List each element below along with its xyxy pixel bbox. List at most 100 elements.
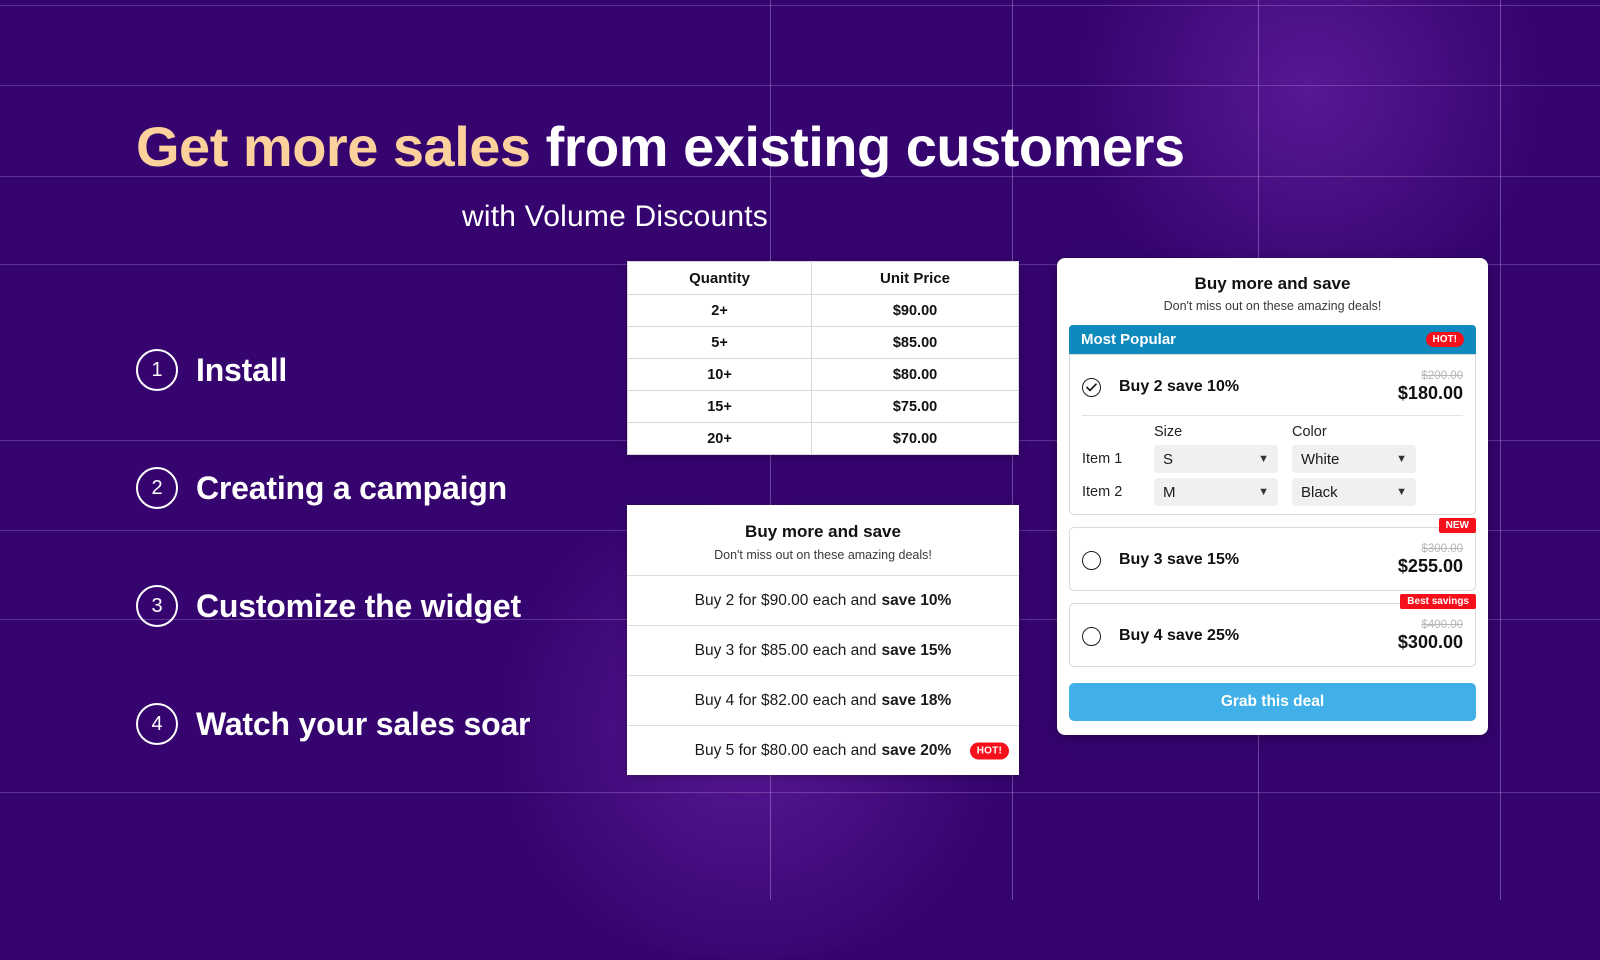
cell-quantity: 5+ [626,326,813,359]
variant-item-label: Item 1 [1082,451,1123,467]
offer-text: Buy 5 for $80.00 each and [694,741,877,759]
widget-title: Buy more and save [1194,274,1351,293]
page-title-accent: Get more sales [136,115,531,178]
chevron-down-icon: ▼ [1396,452,1407,465]
offer-prices: $200.00 $180.00 [1398,370,1463,404]
offer-main-row[interactable]: Buy 2 save 10% $200.00 $180.00 [1082,365,1463,409]
table-header-row: Quantity Unit Price [626,261,1019,295]
offer-prices: $400.00 $300.00 [1398,619,1463,653]
offer-prices: $300.00 $255.00 [1398,543,1463,577]
step-label: Creating a campaign [196,469,507,506]
widget-title: Buy more and save [745,522,901,541]
page-title-rest: from existing customers [530,115,1185,178]
cell-unit-price: $90.00 [811,294,1019,327]
steps-list: 1 Install 2 Creating a campaign 3 Custom… [136,345,696,817]
cell-unit-price: $80.00 [811,358,1019,391]
color-select-value: Black [1301,483,1338,501]
cell-unit-price: $70.00 [811,422,1019,455]
offer-save: save 18% [881,691,952,709]
price-original: $300.00 [1421,543,1463,555]
cell-unit-price: $75.00 [811,390,1019,423]
step-item: 1 Install [136,345,696,395]
grid-line-horizontal [0,5,1600,6]
volume-price-table: Quantity Unit Price 2+ $90.00 5+ $85.00 … [626,261,1019,455]
best-savings-badge: Best savings [1400,594,1476,609]
variant-selectors: Size Color Item 1 S ▼ White ▼ Item 2 M ▼ [1082,415,1463,506]
offer-name: Buy 4 save 25% [1119,627,1240,644]
offer-name: Buy 3 save 15% [1119,551,1240,568]
offer-main-row[interactable]: Buy 4 save 25% $400.00 $300.00 [1082,614,1463,658]
widget-subtitle: Don't miss out on these amazing deals! [714,548,932,562]
table-row: 2+ $90.00 [626,294,1019,327]
column-header-unit-price: Unit Price [811,261,1019,295]
table-row: 5+ $85.00 [626,326,1019,359]
color-select-item-2[interactable]: Black ▼ [1292,478,1416,506]
offer-body: Buy 2 save 10% $200.00 $180.00 Size Colo… [1069,354,1476,515]
price-discounted: $300.00 [1397,632,1463,652]
chevron-down-icon: ▼ [1258,485,1269,498]
offer-name: Buy 2 save 10% [1119,378,1240,395]
offer-list-item[interactable]: Buy 2 for $90.00 each and save 10% [627,575,1019,625]
grid-line-horizontal [0,85,1600,86]
step-label: Customize the widget [196,587,521,624]
widget-header: Buy more and save Don't miss out on thes… [627,505,1019,575]
radio-button-unselected[interactable] [1082,626,1101,646]
table-row: 20+ $70.00 [626,422,1019,455]
offer-main-row[interactable]: Buy 3 save 15% $300.00 $255.00 [1082,538,1463,582]
check-circle-icon[interactable] [1082,377,1101,397]
cell-quantity: 15+ [626,390,813,423]
table-row: 15+ $75.00 [626,390,1019,423]
hot-badge: HOT! [1425,332,1464,347]
step-number: 4 [136,703,178,745]
offer-list-item[interactable]: Buy 3 for $85.00 each and save 15% [627,625,1019,675]
new-badge: NEW [1438,518,1476,533]
size-select-value: S [1163,450,1174,468]
offer-body: Buy 3 save 15% $300.00 $255.00 [1069,527,1476,591]
offer-text: Buy 4 for $82.00 each and [694,691,877,709]
price-original: $200.00 [1421,370,1463,382]
color-select-item-1[interactable]: White ▼ [1292,445,1416,473]
chevron-down-icon: ▼ [1258,452,1269,465]
cell-unit-price: $85.00 [811,326,1019,359]
offer-list-item[interactable]: Buy 5 for $80.00 each and save 20% HOT! [627,725,1019,775]
price-discounted: $255.00 [1397,556,1463,576]
column-header-quantity: Quantity [626,261,813,295]
step-item: 2 Creating a campaign [136,463,696,513]
radio-button-unselected[interactable] [1082,550,1101,570]
step-number: 3 [136,585,178,627]
size-select-item-2[interactable]: M ▼ [1154,478,1278,506]
simple-offers-widget: Buy more and save Don't miss out on thes… [627,505,1019,775]
price-discounted: $180.00 [1397,383,1463,403]
step-label: Install [196,351,288,388]
cell-quantity: 10+ [626,358,813,391]
offer-list-item[interactable]: Buy 4 for $82.00 each and save 18% [627,675,1019,725]
cell-quantity: 2+ [626,294,813,327]
offer-save: save 15% [881,641,952,659]
offer-text: Buy 3 for $85.00 each and [694,641,877,659]
chevron-down-icon: ▼ [1396,485,1407,498]
price-original: $400.00 [1421,619,1463,631]
step-item: 4 Watch your sales soar [136,699,696,749]
table-row: 10+ $80.00 [626,358,1019,391]
variant-column-header-color: Color [1292,424,1327,440]
page-title: Get more sales from existing customers [136,114,1185,179]
grid-line-vertical [1500,0,1501,900]
most-popular-banner: Most Popular HOT! [1069,325,1476,354]
offer-save: save 10% [881,591,952,609]
step-number: 1 [136,349,178,391]
offer-card[interactable]: Best savings Buy 4 save 25% $400.00 $300… [1069,594,1476,667]
cell-quantity: 20+ [626,422,813,455]
offer-card[interactable]: NEW Buy 3 save 15% $300.00 $255.00 [1069,518,1476,591]
widget-subtitle: Don't miss out on these amazing deals! [1163,299,1382,313]
step-label: Watch your sales soar [196,705,531,742]
offer-card-selected[interactable]: Most Popular HOT! Buy 2 save 10% $200.00… [1069,325,1476,515]
hot-badge: HOT! [969,742,1009,759]
variant-item-label: Item 2 [1082,484,1123,500]
grab-this-deal-button[interactable]: Grab this deal [1069,683,1476,721]
step-number: 2 [136,467,178,509]
offer-text: Buy 2 for $90.00 each and [694,591,877,609]
step-item: 3 Customize the widget [136,581,696,631]
size-select-item-1[interactable]: S ▼ [1154,445,1278,473]
advanced-offers-widget: Buy more and save Don't miss out on thes… [1057,258,1488,735]
variant-column-header-size: Size [1154,424,1183,440]
